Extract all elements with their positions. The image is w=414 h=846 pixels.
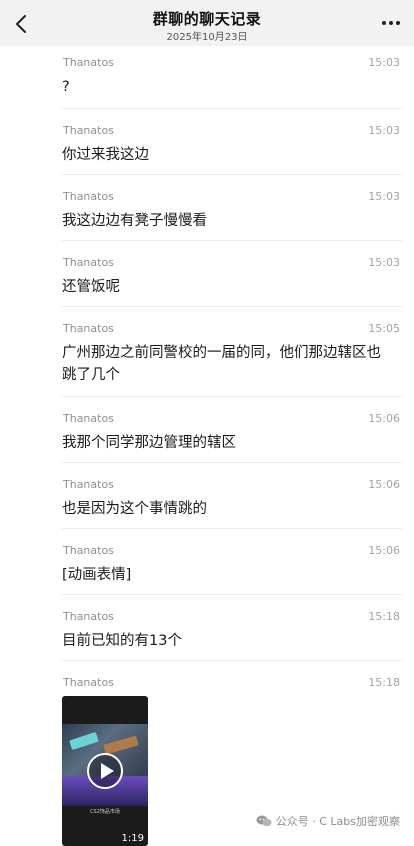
sender-name: Thanatos <box>63 190 114 203</box>
play-icon[interactable] <box>86 752 124 790</box>
message-text: 目前已知的有13个 <box>62 633 182 649</box>
sender-name: Thanatos <box>63 610 114 623</box>
message-time: 15:03 <box>368 124 400 137</box>
page-title: 群聊的聊天记录 <box>152 10 262 28</box>
watermark-text: 公众号 · C Labs加密观察 <box>275 815 400 828</box>
message-time: 15:06 <box>368 412 400 425</box>
sender-name: Thanatos <box>63 478 114 491</box>
message-item: Thanatos 15:06 [动画表情] <box>62 534 402 595</box>
message-item: Thanatos 15:03 ? <box>62 46 402 109</box>
message-time: 15:06 <box>368 544 400 557</box>
message-item: Thanatos 15:18 目前已知的有13个 <box>62 600 402 661</box>
message-text: 你过来我这边 <box>62 147 149 163</box>
sender-name: Thanatos <box>63 544 114 557</box>
message-item: Thanatos 15:03 我这边边有凳子慢慢看 <box>62 180 402 241</box>
more-options-icon[interactable] <box>380 15 402 31</box>
message-time: 15:03 <box>368 56 400 69</box>
message-item: Thanatos 15:03 你过来我这边 <box>62 114 402 175</box>
message-text: 广州那边之前同警校的一届的同，他们那边辖区也跳了几个 <box>62 345 381 383</box>
sender-name: Thanatos <box>63 256 114 269</box>
message-item: Thanatos 15:05 广州那边之前同警校的一届的同，他们那边辖区也跳了几… <box>62 312 402 397</box>
sender-name: Thanatos <box>63 56 114 69</box>
weapon-shape <box>69 731 99 751</box>
video-thumbnail[interactable]: CS2饰品市场 1:19 <box>62 696 148 846</box>
watermark: 公众号 · C Labs加密观察 <box>256 813 400 829</box>
message-text: ? <box>62 79 70 95</box>
message-text: [动画表情] <box>62 567 132 583</box>
message-time: 15:06 <box>368 478 400 491</box>
top-bar: 群聊的聊天记录 2025年10月23日 <box>0 0 414 46</box>
video-duration: 1:19 <box>121 833 144 844</box>
message-text: 我这边边有凳子慢慢看 <box>62 213 207 229</box>
message-item: Thanatos 15:06 也是因为这个事情跳的 <box>62 468 402 529</box>
sender-name: Thanatos <box>63 322 114 335</box>
message-text: 我那个同学那边管理的辖区 <box>62 435 236 451</box>
message-item: Thanatos 15:03 还管饭呢 <box>62 246 402 307</box>
message-item: Thanatos 15:06 我那个同学那边管理的辖区 <box>62 402 402 463</box>
chat-date: 2025年10月23日 <box>166 32 248 43</box>
message-time: 15:18 <box>368 676 400 689</box>
sender-name: Thanatos <box>63 412 114 425</box>
message-time: 15:03 <box>368 190 400 203</box>
message-time: 15:18 <box>368 610 400 623</box>
wechat-icon <box>256 815 272 827</box>
message-text: 还管饭呢 <box>62 279 120 295</box>
message-text: 也是因为这个事情跳的 <box>62 501 207 517</box>
sender-name: Thanatos <box>63 124 114 137</box>
message-time: 15:03 <box>368 256 400 269</box>
sender-name: Thanatos <box>63 676 114 689</box>
message-time: 15:05 <box>368 322 400 335</box>
video-caption: CS2饰品市场 <box>90 809 120 815</box>
